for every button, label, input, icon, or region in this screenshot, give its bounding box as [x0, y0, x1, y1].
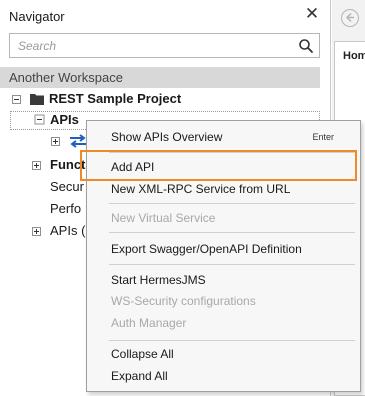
api-arrows-icon — [70, 134, 86, 148]
menu-item-show-apis-overview[interactable]: Show APIs Overview Enter — [87, 126, 360, 148]
menu-item-export-swagger[interactable]: Export Swagger/OpenAPI Definition — [87, 238, 360, 260]
tree-item-apis-other[interactable]: APIs ( — [50, 221, 85, 241]
menu-item-new-xml-rpc-service[interactable]: New XML-RPC Service from URL — [87, 178, 360, 200]
menu-item-start-hermesjms[interactable]: Start HermesJMS — [87, 269, 360, 291]
tree-item-security[interactable]: Secur — [50, 177, 84, 197]
menu-separator — [109, 232, 355, 233]
context-menu: Show APIs Overview Enter Add API New XML… — [86, 120, 361, 392]
menu-item-new-virtual-service: New Virtual Service — [111, 211, 216, 225]
search-icon[interactable] — [297, 37, 315, 55]
menu-item-ws-security-configurations: WS-Security configurations — [111, 294, 256, 308]
menu-item-add-api[interactable]: Add API — [87, 156, 360, 178]
menu-item-auth-manager: Auth Manager — [111, 316, 187, 330]
close-icon[interactable]: ✕ — [303, 5, 321, 23]
search-input[interactable] — [10, 34, 290, 57]
tree-item-functional[interactable]: Funct — [50, 155, 85, 175]
tree-item-apis[interactable]: APIs — [50, 110, 79, 130]
expand-icon[interactable] — [51, 137, 60, 146]
menu-separator — [109, 264, 355, 265]
tree-item-project[interactable]: REST Sample Project — [49, 89, 181, 109]
expand-icon[interactable] — [32, 161, 41, 170]
menu-separator — [109, 152, 355, 153]
search-box — [9, 33, 320, 58]
expand-icon[interactable] — [32, 227, 41, 236]
menu-shortcut: Enter — [312, 132, 334, 142]
tree-link-icon — [34, 114, 45, 125]
folder-icon — [30, 94, 44, 105]
collapse-icon[interactable] — [12, 95, 21, 104]
tree-item-performance[interactable]: Perfo — [50, 199, 81, 219]
home-tab-header[interactable]: Hom — [343, 50, 365, 62]
back-icon[interactable] — [341, 9, 359, 27]
menu-item-collapse-all[interactable]: Collapse All — [87, 343, 360, 365]
navigator-title: Navigator — [9, 9, 65, 24]
menu-item-label: Show APIs Overview — [111, 130, 223, 144]
workspace-row[interactable]: Another Workspace — [0, 67, 320, 88]
menu-separator — [109, 340, 355, 341]
menu-separator — [109, 203, 355, 204]
menu-item-expand-all[interactable]: Expand All — [87, 365, 360, 387]
